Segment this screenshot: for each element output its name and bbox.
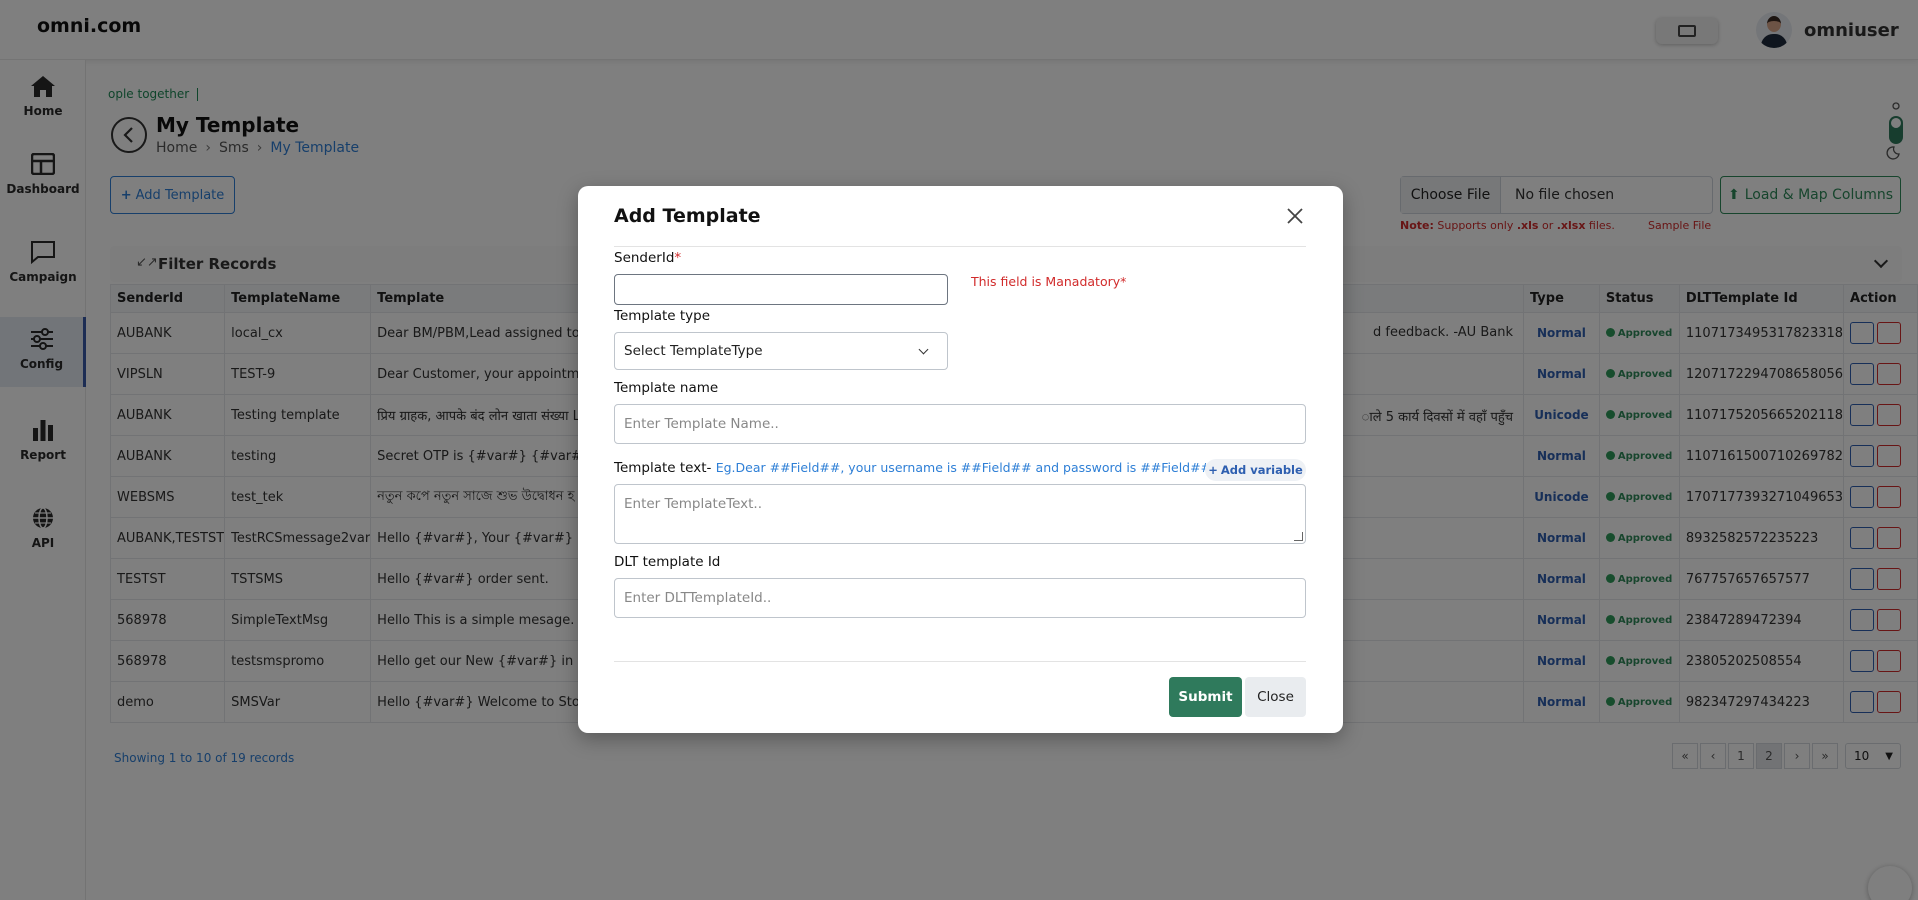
add-template-modal: Add Template SenderId* This field is Man…: [578, 186, 1343, 733]
add-variable-button[interactable]: + Add variable: [1205, 459, 1306, 481]
senderid-label: SenderId*: [614, 250, 682, 266]
template-text-hint: Eg.Dear ##Field##, your username is ##Fi…: [715, 460, 1216, 475]
divider: [614, 246, 1306, 247]
template-name-input[interactable]: Enter Template Name..: [614, 404, 1306, 444]
senderid-error: This field is Manadatory*: [971, 274, 1127, 289]
template-type-select[interactable]: Select TemplateType: [614, 332, 948, 370]
close-icon[interactable]: [1284, 205, 1306, 227]
divider: [614, 661, 1306, 662]
plus-icon: +: [1208, 463, 1218, 477]
dlt-template-input[interactable]: Enter DLTTemplateId..: [614, 578, 1306, 618]
template-text-label: Template text- Eg.Dear ##Field##, your u…: [614, 460, 1216, 476]
chevron-down-icon: [918, 344, 929, 355]
close-button[interactable]: Close: [1245, 677, 1306, 717]
senderid-input[interactable]: [614, 274, 948, 305]
template-name-label: Template name: [614, 380, 719, 396]
template-type-label: Template type: [614, 308, 711, 324]
resize-handle-icon[interactable]: [1294, 532, 1303, 541]
modal-title: Add Template: [614, 205, 761, 227]
submit-button[interactable]: Submit: [1169, 677, 1242, 717]
dlt-template-label: DLT template Id: [614, 554, 721, 570]
template-text-area[interactable]: Enter TemplateText..: [614, 484, 1306, 544]
